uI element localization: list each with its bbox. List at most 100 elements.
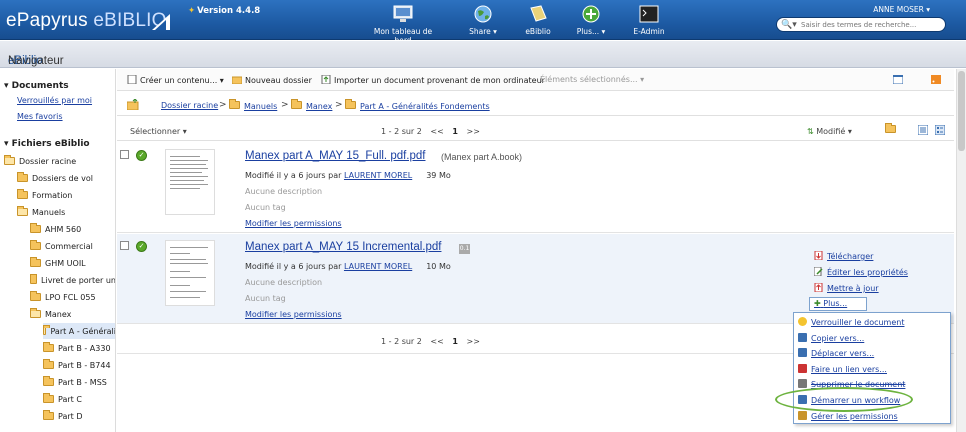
author-link[interactable]: LAURENT MOREL [344,262,412,271]
new-folder-button[interactable]: Nouveau dossier [232,75,312,85]
modified-text: Modifié il y a 6 jours par [245,171,342,180]
edit-permissions-link[interactable]: Modifier les permissions [245,219,342,228]
folder-up-icon[interactable] [127,99,139,110]
list-view-icon[interactable] [917,124,929,137]
tree-folder-item[interactable]: Part A - Générali [43,323,116,339]
user-name: ANNE MOSER [873,5,924,14]
breadcrumb-manuels-link[interactable]: Manuels [244,102,277,111]
breadcrumb-manuels[interactable]: Manuels [229,99,277,111]
tree-folder-item[interactable]: Manex [30,306,115,322]
search-box: 🔍▾ [776,17,946,32]
file-thumbnail[interactable] [165,240,215,306]
file-thumbnail[interactable] [165,149,215,215]
vertical-scrollbar[interactable] [956,69,966,432]
breadcrumb-manex[interactable]: Manex [291,99,332,111]
locked-by-me-link[interactable]: Verrouillés par moi [17,96,92,105]
menu-item[interactable]: Faire un lien vers... [798,363,887,374]
tree-folder-item[interactable]: Formation [17,187,115,203]
file-row[interactable]: ✓ Manex part A_MAY 15_Full. pdf.pdf (Man… [117,143,954,233]
prev-page-button[interactable]: << [430,127,443,136]
page-title-bar: eBiblio Navigateur [0,41,966,68]
next-page-button[interactable]: >> [466,337,479,346]
breadcrumb-current-link[interactable]: Part A - Généralités Fondements [360,102,490,111]
breadcrumb-root-link[interactable]: Dossier racine [161,101,218,110]
menu-item[interactable]: Copier vers... [798,332,864,343]
next-page-button[interactable]: >> [466,127,479,136]
tree-folder-label: Part A - Générali [50,326,116,336]
current-page[interactable]: 1 [452,337,458,346]
menu-item[interactable]: Gérer les permissions [798,410,898,421]
breadcrumb-current[interactable]: Part A - Généralités Fondements [345,99,490,111]
sort-menu[interactable]: ⇅ Modifié ▾ [807,127,852,136]
create-content-label: Créer un contenu... [140,76,218,85]
edit-permissions-link[interactable]: Modifier les permissions [245,310,342,319]
sidebar: ▾ Documents Verrouillés par moi Mes favo… [0,69,116,432]
edit-properties-action[interactable]: Éditer les propriétés [814,267,908,277]
tree-folder-item[interactable]: Commercial [30,238,115,254]
file-checkbox[interactable] [120,241,129,250]
menu-item-label: Faire un lien vers... [811,364,887,374]
folder-view-icon[interactable] [885,123,900,135]
documents-heading[interactable]: ▾ Documents [4,81,69,91]
favorites-link[interactable]: Mes favoris [17,112,63,121]
tree-folder-item[interactable]: Part B - A330 [43,340,115,356]
download-action[interactable]: Télécharger [814,251,873,261]
tree-folder-item[interactable]: GHM UOIL [30,255,115,271]
tree-folder-item[interactable]: Part D [43,408,115,424]
file-size: 39 Mo [426,171,451,180]
tree-folder-item[interactable]: Manuels [17,204,115,220]
search-icon[interactable]: 🔍▾ [781,20,797,30]
menu-item[interactable]: Déplacer vers... [798,348,874,358]
prev-page-button[interactable]: << [430,337,443,346]
upload-icon [321,75,331,84]
update-action[interactable]: Mettre à jour [814,283,879,293]
list-toolbar: Sélectionner ▾ 1 - 2 sur 2 << 1 >> ⇅ Mod… [117,121,954,141]
search-input[interactable] [801,19,941,31]
files-heading[interactable]: ▾ Fichiers eBiblio [4,139,90,149]
tree-folder-item[interactable]: Livret de porter un [30,272,115,288]
folder-icon [43,342,54,352]
sail-logo-icon [152,14,170,30]
breadcrumb-separator: > [219,100,227,110]
tree-folder-item[interactable]: AHM 560 [30,221,115,237]
breadcrumb-manex-link[interactable]: Manex [306,102,332,111]
menu-item[interactable]: Verrouiller le document [798,317,904,327]
tree-folder-item[interactable]: Part B - MSS [43,374,115,390]
topnav-share[interactable]: Share ▾ [466,4,500,36]
app-logo[interactable]: ePapyrus eBIBLIO [6,10,167,32]
topnav-plus[interactable]: Plus... ▾ [575,4,607,36]
file-title-link[interactable]: Manex part A_MAY 15_Full. pdf.pdf [245,150,426,162]
link-icon [798,363,807,373]
author-link[interactable]: LAURENT MOREL [344,171,412,180]
tree-folder-item[interactable]: Dossiers de vol [17,170,115,186]
folder-icon [43,376,54,386]
tree-folder-item[interactable]: Dossier racine [4,153,115,169]
tree-folder-item[interactable]: Part C [43,391,115,407]
create-content-button[interactable]: Créer un contenu... ▾ [127,75,224,85]
tree-folder-item[interactable]: Part B - B744 [43,357,115,373]
topnav-ebiblio[interactable]: eBiblio [520,4,556,36]
selected-items-menu[interactable]: Éléments sélectionnés... ▾ [540,75,644,84]
pager-count: 1 - 2 sur 2 [381,127,422,136]
import-button[interactable]: Importer un document provenant de mon or… [321,75,545,85]
topnav-dashboard[interactable]: Mon tableau de bord [366,4,440,45]
topnav-eadmin[interactable]: E-Admin [630,4,668,36]
delete-icon [798,379,807,389]
tree-folder-label: LPO FCL 055 [45,292,96,302]
more-actions-button[interactable]: ✚ Plus... [809,297,867,311]
view-toggle-icon[interactable] [892,74,904,86]
tree-folder-item[interactable]: LPO FCL 055 [30,289,115,305]
version-badge: 0.1 [459,244,470,254]
breadcrumb-root[interactable]: Dossier racine [161,101,218,110]
pager-bottom: 1 - 2 sur 2 << 1 >> [381,337,480,346]
scrollbar-thumb[interactable] [958,71,965,151]
version-label: ✦ Version 4.4.8 [188,6,260,16]
select-menu[interactable]: Sélectionner ▾ [130,127,187,136]
current-page[interactable]: 1 [452,127,458,136]
file-checkbox[interactable] [120,150,129,159]
detail-view-icon[interactable] [934,124,946,137]
rss-icon[interactable] [931,75,941,86]
highlight-circle [775,387,913,412]
file-title-link[interactable]: Manex part A_MAY 15 Incremental.pdf [245,241,441,253]
user-menu[interactable]: ANNE MOSER ▾ [873,5,930,14]
